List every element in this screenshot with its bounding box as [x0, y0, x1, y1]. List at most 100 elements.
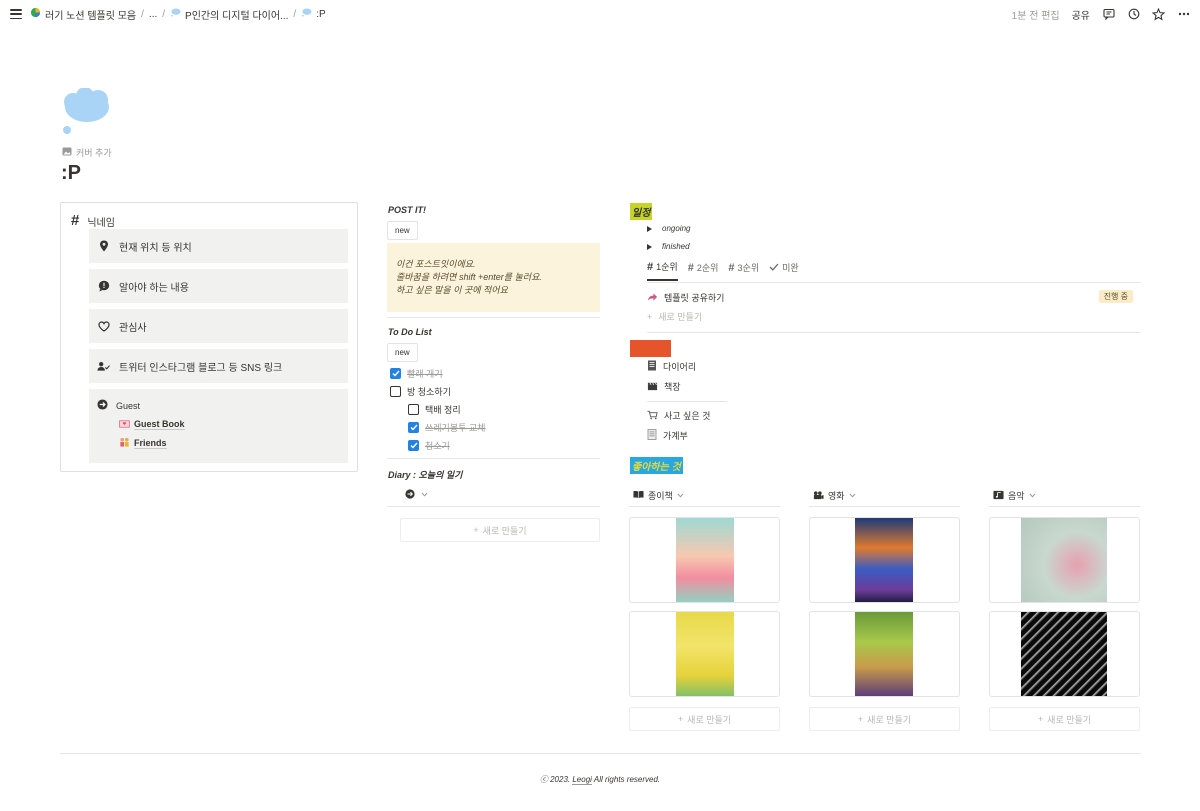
- footer-prefix: ⓒ 2023.: [539, 775, 571, 784]
- location-callout[interactable]: 현재 위치 등 위치: [89, 229, 348, 263]
- new-page-label: 새로 만들기: [658, 312, 703, 322]
- gallery-card-music[interactable]: [989, 611, 1140, 697]
- todo-text: 쓰레기봉투 교체: [425, 423, 486, 433]
- gallery-label: 영화: [828, 491, 845, 501]
- last-edited: 1분 전 편집: [1011, 10, 1060, 22]
- new-task-button[interactable]: + 새로 만들기: [647, 310, 702, 323]
- tab-priority-1[interactable]: #1순위: [647, 260, 678, 281]
- comment-icon[interactable]: [1102, 8, 1115, 21]
- diary-new-page-button[interactable]: + 새로 만들기: [400, 518, 600, 542]
- divider: [809, 506, 960, 507]
- history-icon[interactable]: [1127, 8, 1140, 21]
- breadcrumb-parent[interactable]: P인간의 디지털 다이어...: [185, 7, 288, 22]
- music-new-page-button[interactable]: + 새로 만들기: [989, 707, 1140, 731]
- todo-item[interactable]: 방 청소하기: [390, 385, 451, 398]
- footer-author-link[interactable]: Leogi: [572, 775, 592, 785]
- divider: [647, 401, 727, 402]
- check-icon: [769, 263, 779, 273]
- link-ledger[interactable]: 가계부: [647, 429, 688, 442]
- tab-incomplete[interactable]: 미완: [769, 260, 799, 281]
- movie-poster-image: [855, 518, 913, 602]
- more-icon[interactable]: [1177, 8, 1190, 21]
- gallery-card-book[interactable]: [629, 517, 780, 603]
- chevron-down-icon: [1029, 493, 1035, 498]
- menu-icon[interactable]: [10, 9, 22, 19]
- link-label: 가계부: [663, 431, 688, 441]
- breadcrumb-ellipsis[interactable]: ...: [149, 9, 157, 20]
- todo-new-button[interactable]: new: [387, 343, 418, 362]
- friends-link[interactable]: Friends: [119, 437, 340, 449]
- star-icon[interactable]: [1152, 7, 1165, 21]
- postit-new-button[interactable]: new: [387, 221, 418, 240]
- guest-book-link[interactable]: Guest Book: [119, 419, 340, 430]
- postit-note[interactable]: 이건 포스트잇이에요. 줄바꿈을 하려면 shift +enter를 눌러요. …: [387, 243, 600, 312]
- todo-text: 택배 정리: [425, 405, 461, 415]
- arrow-circle-icon: [97, 399, 108, 412]
- gallery-music-tab[interactable]: 음악: [993, 489, 1036, 502]
- guest-title: Guest: [116, 400, 141, 411]
- tab-priority-3[interactable]: #3순위: [728, 260, 759, 281]
- breadcrumb-workspace[interactable]: 러기 노션 템플릿 모음: [45, 7, 136, 22]
- gallery-books-tab[interactable]: 종이책: [633, 489, 684, 502]
- nickname-label[interactable]: 닉네임: [87, 214, 115, 229]
- gallery-card-book[interactable]: [629, 611, 780, 697]
- gallery-card-movie[interactable]: [809, 611, 960, 697]
- page-title[interactable]: :P: [61, 162, 81, 185]
- triangle-right-icon: [647, 243, 652, 250]
- shopping-cart-icon: [647, 410, 658, 422]
- todo-item[interactable]: 쓰레기봉투 교체: [408, 421, 485, 434]
- status-badge: 진행 중: [1098, 290, 1133, 303]
- movies-new-page-button[interactable]: + 새로 만들기: [809, 707, 960, 731]
- link-diary[interactable]: 다이어리: [647, 360, 696, 373]
- notice-callout[interactable]: 알아야 하는 내용: [89, 269, 348, 303]
- user-check-icon: [97, 360, 110, 373]
- task-row[interactable]: 템플릿 공유하기: [647, 291, 724, 304]
- toggle-label: finished: [662, 242, 690, 251]
- checkbox-checked[interactable]: [408, 422, 419, 433]
- heart-icon: [97, 320, 110, 333]
- diary-title: Diary : 오늘의 일기: [388, 470, 463, 480]
- love-letter-icon: [119, 419, 130, 430]
- guest-book-label: Guest Book: [134, 419, 185, 430]
- guest-callout: Guest Guest Book Friends: [89, 389, 348, 463]
- todo-item[interactable]: 빨래 개기: [390, 367, 443, 380]
- footer-suffix: All rights reserved.: [593, 775, 661, 784]
- checkbox-unchecked[interactable]: [390, 386, 401, 397]
- tab-label: 3순위: [737, 263, 760, 273]
- checkbox-checked[interactable]: [390, 368, 401, 379]
- tab-label: 2순위: [696, 263, 719, 273]
- add-cover-button[interactable]: 커버 추가: [62, 146, 112, 159]
- toggle-finished[interactable]: finished: [647, 242, 690, 251]
- tab-priority-2[interactable]: #2순위: [688, 260, 719, 281]
- diary-view-switcher[interactable]: [405, 489, 428, 499]
- new-page-label: 새로 만들기: [867, 714, 912, 725]
- location-text: 현재 위치 등 위치: [119, 242, 192, 254]
- gallery-movies-tab[interactable]: 영화: [813, 489, 856, 502]
- checkbox-checked[interactable]: [408, 440, 419, 451]
- link-label: 책장: [664, 382, 681, 392]
- link-bookshelf[interactable]: 책장: [647, 380, 681, 393]
- location-pin-icon: [97, 240, 110, 253]
- toggle-ongoing[interactable]: ongoing: [647, 224, 690, 233]
- postit-line: 이건 포스트잇이에요.: [396, 259, 476, 269]
- checkbox-unchecked[interactable]: [408, 404, 419, 415]
- new-page-label: 새로 만들기: [687, 714, 732, 725]
- link-wishlist[interactable]: 사고 싶은 것: [647, 409, 710, 422]
- books-new-page-button[interactable]: + 새로 만들기: [629, 707, 780, 731]
- sns-callout[interactable]: 트위터 인스타그램 블로그 등 SNS 링크: [89, 349, 348, 383]
- hash-icon: #: [728, 261, 735, 274]
- page-icon-thought-bubble[interactable]: [60, 87, 112, 139]
- todo-item[interactable]: 택배 정리: [408, 403, 461, 416]
- tab-label: 미완: [782, 263, 799, 273]
- todo-item[interactable]: 청소기: [408, 439, 450, 452]
- breadcrumb-current[interactable]: :P: [316, 9, 325, 20]
- gallery-card-movie[interactable]: [809, 517, 960, 603]
- book-cover-image: [676, 518, 734, 602]
- nickname-row: # 닉네임: [71, 212, 115, 229]
- interests-callout[interactable]: 관심사: [89, 309, 348, 343]
- postit-line: 줄바꿈을 하려면 shift +enter를 눌러요.: [396, 272, 542, 282]
- gallery-card-music[interactable]: [989, 517, 1140, 603]
- divider: [647, 332, 1141, 333]
- share-button[interactable]: 공유: [1072, 7, 1090, 22]
- gallery-label: 음악: [1008, 491, 1025, 501]
